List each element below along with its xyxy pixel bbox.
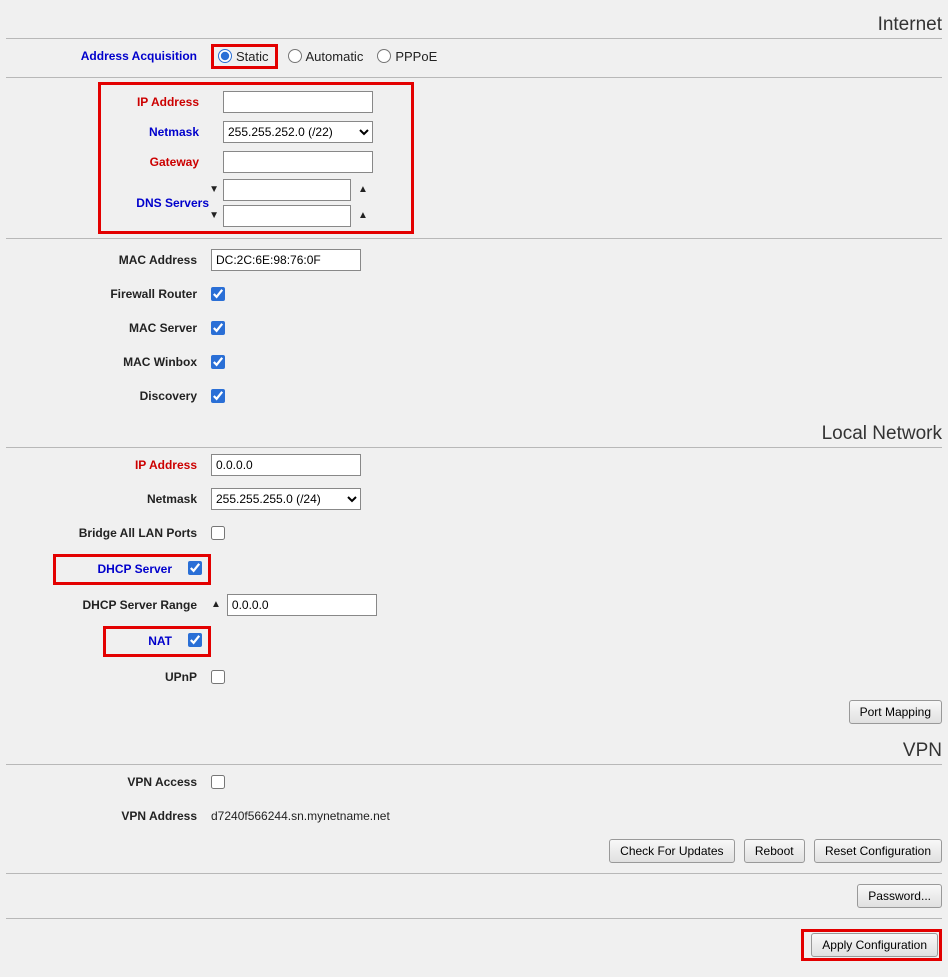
vpn-access-checkbox[interactable] — [211, 775, 225, 789]
row-dhcp-server: DHCP Server — [6, 550, 942, 588]
row-local-ip: IP Address — [6, 448, 942, 482]
upnp-label: UPnP — [6, 670, 211, 684]
upnp-checkbox[interactable] — [211, 670, 225, 684]
mac-winbox-checkbox[interactable] — [211, 355, 225, 369]
radio-static-input[interactable] — [218, 49, 232, 63]
reboot-button[interactable]: Reboot — [744, 839, 805, 863]
highlight-static: Static — [211, 44, 278, 69]
mac-winbox-label: MAC Winbox — [6, 355, 211, 369]
dhcp-range-label: DHCP Server Range — [6, 598, 211, 612]
row-vpn-access: VPN Access — [6, 765, 942, 799]
address-acquisition-field: Static Automatic PPPoE — [211, 44, 942, 69]
dns-servers-label[interactable]: DNS Servers — [136, 196, 209, 210]
internet-ip-label: IP Address — [101, 95, 209, 109]
row-mac-server: MAC Server — [6, 311, 942, 345]
reset-config-button[interactable]: Reset Configuration — [814, 839, 942, 863]
port-mapping-button[interactable]: Port Mapping — [849, 700, 942, 724]
internet-gateway-label: Gateway — [101, 155, 209, 169]
row-nat: NAT — [6, 622, 942, 660]
section-header-vpn: VPN — [6, 738, 942, 765]
row-internet-netmask: Netmask 255.255.252.0 (/22) — [101, 117, 407, 147]
address-acquisition-label[interactable]: Address Acquisition — [6, 49, 211, 63]
mac-address-input[interactable] — [211, 249, 361, 271]
local-ip-label: IP Address — [6, 458, 211, 472]
dns2-remove-icon[interactable]: ▼ — [209, 211, 219, 221]
apply-configuration-button[interactable]: Apply Configuration — [811, 933, 938, 957]
firewall-router-label: Firewall Router — [6, 287, 211, 301]
vpn-access-label: VPN Access — [6, 775, 211, 789]
radio-automatic[interactable]: Automatic — [288, 49, 364, 64]
internet-ip-input[interactable] — [223, 91, 373, 113]
row-dhcp-range: DHCP Server Range ▲ — [6, 588, 942, 622]
dns1-remove-icon[interactable]: ▼ — [209, 185, 219, 195]
highlight-dhcp-server: DHCP Server — [53, 554, 211, 585]
dns2-input[interactable] — [223, 205, 351, 227]
row-mac-address: MAC Address — [6, 243, 942, 277]
vpn-address-label: VPN Address — [6, 809, 211, 823]
radio-pppoe-input[interactable] — [377, 49, 391, 63]
local-ip-input[interactable] — [211, 454, 361, 476]
router-quickset-page: Internet Address Acquisition Static Auto… — [0, 0, 948, 977]
radio-static[interactable]: Static — [218, 49, 269, 64]
dhcp-server-checkbox[interactable] — [188, 561, 202, 575]
row-bridge-lan: Bridge All LAN Ports — [6, 516, 942, 550]
internet-netmask-label[interactable]: Netmask — [101, 125, 209, 139]
dns-servers-label-cell: DNS Servers — [101, 196, 209, 210]
row-password-button: Password... — [6, 878, 942, 914]
internet-netmask-select[interactable]: 255.255.252.0 (/22) — [223, 121, 373, 143]
firewall-router-checkbox[interactable] — [211, 287, 225, 301]
row-address-acquisition: Address Acquisition Static Automatic PPP… — [6, 39, 942, 73]
row-upnp: UPnP — [6, 660, 942, 694]
vpn-address-value: d7240f566244.sn.mynetname.net — [211, 809, 390, 823]
highlight-nat: NAT — [103, 626, 211, 657]
radio-pppoe[interactable]: PPPoE — [377, 49, 437, 64]
mac-address-label: MAC Address — [6, 253, 211, 267]
nat-checkbox[interactable] — [188, 633, 202, 647]
password-button[interactable]: Password... — [857, 884, 942, 908]
bridge-lan-checkbox[interactable] — [211, 526, 225, 540]
row-discovery: Discovery — [6, 379, 942, 413]
bridge-lan-label: Bridge All LAN Ports — [6, 526, 211, 540]
row-internet-ip: IP Address — [101, 87, 407, 117]
row-action-buttons-1: Check For Updates Reboot Reset Configura… — [6, 833, 942, 869]
highlight-apply: Apply Configuration — [801, 929, 942, 961]
mac-server-label: MAC Server — [6, 321, 211, 335]
dhcp-server-label[interactable]: DHCP Server — [62, 562, 172, 576]
nat-label[interactable]: NAT — [112, 634, 172, 648]
mac-server-checkbox[interactable] — [211, 321, 225, 335]
radio-automatic-input[interactable] — [288, 49, 302, 63]
dns1-add-icon[interactable]: ▲ — [358, 185, 368, 195]
row-vpn-address: VPN Address d7240f566244.sn.mynetname.ne… — [6, 799, 942, 833]
section-header-internet: Internet — [6, 12, 942, 39]
row-port-mapping: Port Mapping — [6, 694, 942, 730]
internet-gateway-input[interactable] — [223, 151, 373, 173]
discovery-label: Discovery — [6, 389, 211, 403]
discovery-checkbox[interactable] — [211, 389, 225, 403]
row-dns-1: ▼ ▲ — [209, 177, 407, 203]
row-apply-button: Apply Configuration — [6, 923, 942, 967]
local-netmask-label: Netmask — [6, 492, 211, 506]
row-internet-gateway: Gateway — [101, 147, 407, 177]
dns2-add-icon[interactable]: ▲ — [358, 211, 368, 221]
check-updates-button[interactable]: Check For Updates — [609, 839, 734, 863]
row-dns-2: ▼ ▲ — [209, 203, 407, 229]
dhcp-range-collapse-icon[interactable]: ▲ — [211, 600, 221, 610]
section-header-local-network: Local Network — [6, 421, 942, 448]
dns1-input[interactable] — [223, 179, 351, 201]
local-netmask-select[interactable]: 255.255.255.0 (/24) — [211, 488, 361, 510]
highlight-static-config: IP Address Netmask 255.255.252.0 (/22) G… — [98, 82, 414, 234]
dhcp-range-input[interactable] — [227, 594, 377, 616]
row-firewall-router: Firewall Router — [6, 277, 942, 311]
row-local-netmask: Netmask 255.255.255.0 (/24) — [6, 482, 942, 516]
row-mac-winbox: MAC Winbox — [6, 345, 942, 379]
